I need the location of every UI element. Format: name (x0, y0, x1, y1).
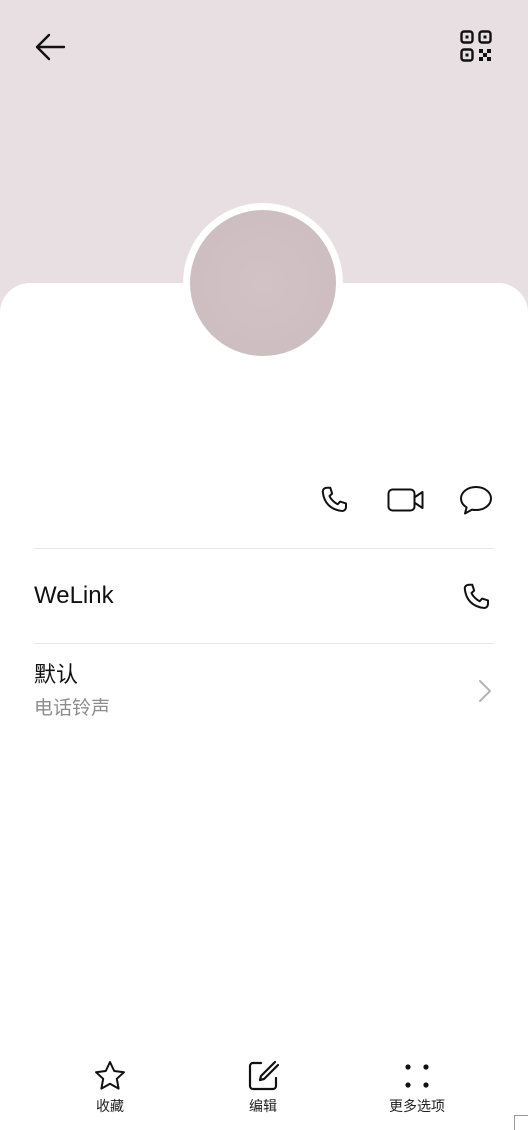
bottom-action-bar: 收藏 编辑 更多选项 (0, 1050, 528, 1129)
ringtone-chevron (472, 674, 498, 708)
welink-row: WeLink (0, 549, 528, 643)
contact-avatar[interactable] (190, 210, 336, 356)
qr-code-icon (460, 30, 492, 62)
phone-icon (463, 583, 489, 609)
ringtone-row[interactable]: 默认 电话铃声 (0, 644, 528, 740)
more-options-label: 更多选项 (389, 1099, 445, 1115)
welink-label: WeLink (34, 582, 114, 609)
corner-indicator (514, 1115, 528, 1130)
star-icon (95, 1061, 125, 1090)
video-call-icon (387, 488, 424, 512)
phone-icon (321, 486, 347, 512)
message-button[interactable] (454, 478, 498, 522)
edit-icon (248, 1060, 280, 1091)
voice-call-button[interactable] (312, 478, 356, 522)
arrow-left-icon (35, 33, 66, 61)
video-call-button[interactable] (382, 478, 430, 522)
qr-code-button[interactable] (452, 22, 500, 70)
edit-button[interactable]: 编辑 (203, 1050, 323, 1122)
edit-label: 编辑 (249, 1099, 277, 1115)
favorite-button[interactable]: 收藏 (50, 1050, 170, 1122)
message-icon (460, 486, 492, 515)
more-options-icon (405, 1064, 429, 1088)
chevron-right-icon (479, 680, 491, 702)
back-button[interactable] (26, 22, 76, 72)
welink-call-button[interactable] (454, 575, 498, 619)
more-options-button[interactable]: 更多选项 (357, 1050, 477, 1122)
ringtone-value: 默认 (34, 663, 79, 688)
ringtone-label: 电话铃声 (34, 697, 111, 719)
favorite-label: 收藏 (96, 1099, 124, 1115)
